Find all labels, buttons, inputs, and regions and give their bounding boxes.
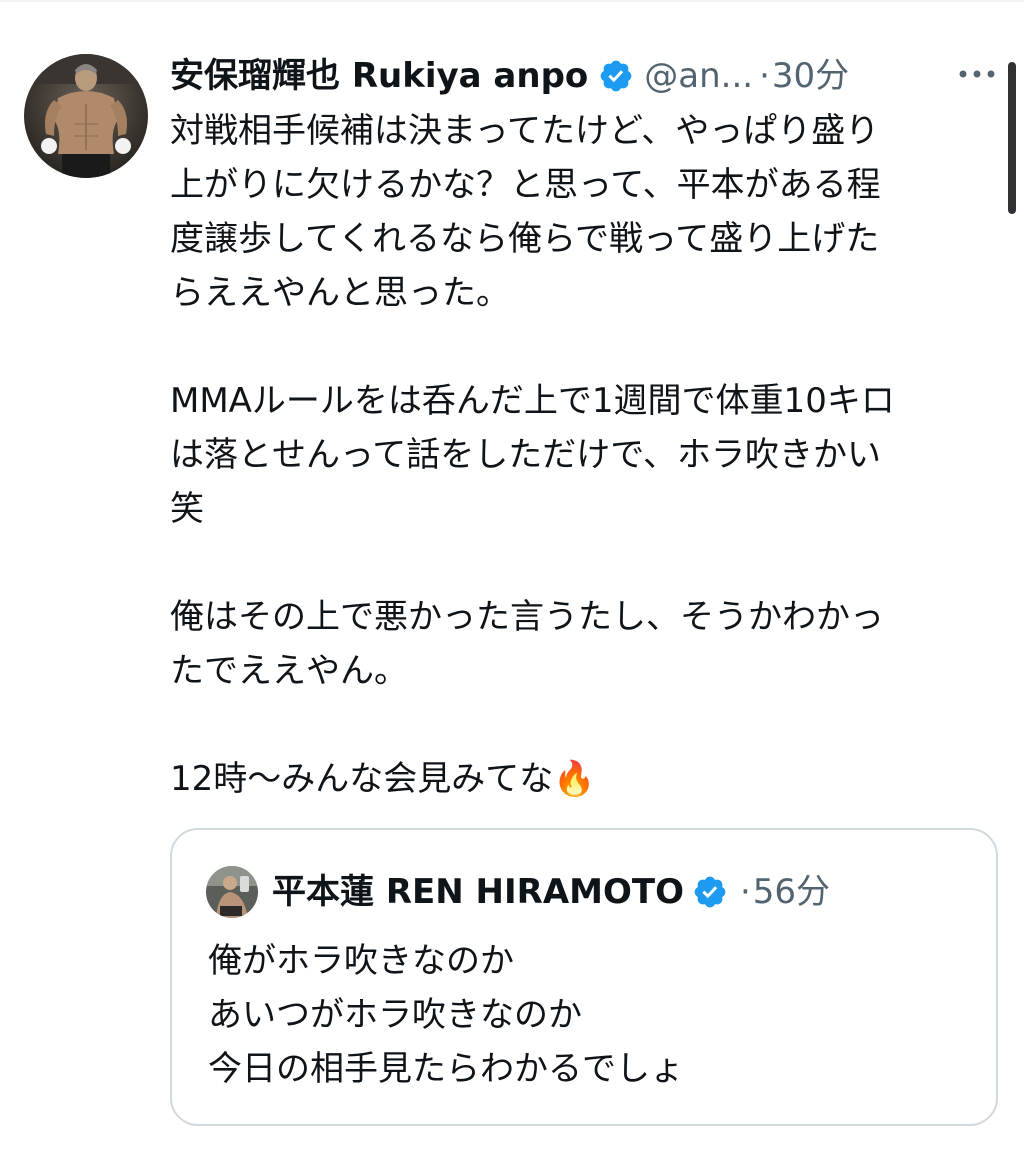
timestamp[interactable]: 30分 <box>772 48 849 104</box>
separator-dot: · <box>759 56 770 96</box>
verified-badge-icon <box>598 58 634 94</box>
quoted-author-avatar[interactable] <box>206 866 258 918</box>
author-handle[interactable]: @an... <box>644 48 753 104</box>
quoted-timestamp[interactable]: 56分 <box>753 864 830 920</box>
top-divider <box>0 0 1024 2</box>
quoted-author-display-name[interactable]: 平本蓮 REN HIRAMOTO <box>272 864 684 920</box>
author-display-name[interactable]: 安保瑠輝也 Rukiya anpo <box>170 48 588 104</box>
quoted-tweet[interactable]: 平本蓮 REN HIRAMOTO · 56分 俺がホラ吹きなのか あいつがホラ吹… <box>170 828 998 1126</box>
author-avatar[interactable] <box>24 54 148 178</box>
separator-dot: · <box>739 872 751 912</box>
tweet-text: 対戦相手候補は決まってたけど、やっぱり盛り 上がりに欠けるかな？と思って、平本が… <box>170 111 895 799</box>
verified-badge-icon <box>692 874 728 910</box>
tweet-header: 安保瑠輝也 Rukiya anpo @an... · 30分 <box>170 48 970 104</box>
quoted-tweet-text: 俺がホラ吹きなのか あいつがホラ吹きなのか 今日の相手見たらわかるでしょ <box>208 941 684 1089</box>
more-dots-icon[interactable] <box>952 54 1002 94</box>
scrollbar[interactable] <box>1008 62 1016 214</box>
quoted-tweet-header: 平本蓮 REN HIRAMOTO · 56分 <box>272 864 830 920</box>
